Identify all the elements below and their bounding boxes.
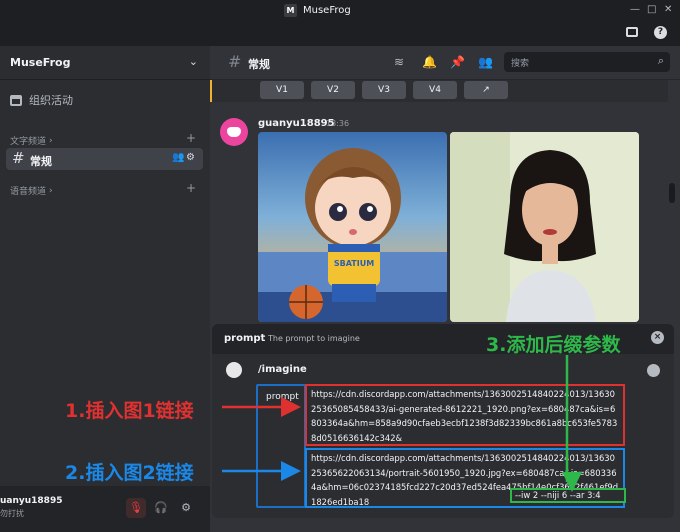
- message-time: 13:36: [326, 119, 350, 128]
- v4-button[interactable]: V4: [413, 81, 457, 99]
- attached-image-2[interactable]: [450, 132, 639, 322]
- hash-icon: #: [12, 149, 25, 167]
- hash-icon: #: [228, 52, 242, 71]
- help-icon[interactable]: ?: [654, 26, 667, 39]
- bell-icon[interactable]: 🔔: [422, 55, 437, 69]
- voice-category[interactable]: 语音频道 ›: [10, 184, 53, 198]
- guild-name: MuseFrog: [10, 56, 71, 69]
- option-chip[interactable]: prompt: [256, 384, 306, 508]
- events-label: 组织活动: [29, 94, 73, 107]
- title-bar: M MuseFrog — □ ✕: [0, 0, 680, 22]
- annotation-insert-image1: 1.插入图1链接: [65, 400, 194, 422]
- events-item[interactable]: 组织活动: [10, 92, 73, 108]
- v2-button[interactable]: V2: [311, 81, 355, 99]
- search-icon: ⌕: [657, 54, 664, 67]
- channel-item-general[interactable]: # 常规 👥 ⚙: [6, 148, 203, 170]
- threads-icon[interactable]: ≋: [394, 55, 404, 69]
- add-voice-channel-icon[interactable]: +: [186, 181, 196, 195]
- message-author[interactable]: guanyu18895: [258, 118, 335, 129]
- search-placeholder: 搜索: [511, 59, 530, 69]
- chevron-right-icon: ›: [49, 135, 53, 146]
- app-title: MuseFrog: [303, 5, 351, 16]
- scrollbar-thumb[interactable]: [669, 183, 675, 203]
- search-input[interactable]: 搜索 ⌕: [504, 52, 670, 72]
- channel-header: # 常规 ≋ 🔔 📌 👥 搜索 ⌕: [210, 46, 680, 80]
- chevron-down-icon[interactable]: ⌄: [189, 55, 198, 68]
- gear-icon[interactable]: ⚙: [176, 498, 196, 518]
- attached-image-1[interactable]: SBATIUM: [258, 132, 447, 322]
- v1-button[interactable]: V1: [260, 81, 304, 99]
- gear-icon[interactable]: ⚙: [186, 152, 195, 163]
- close-icon[interactable]: ×: [651, 331, 664, 344]
- minimize-button[interactable]: —: [630, 4, 640, 15]
- prompt-suffix[interactable]: --iw 2 --niji 6 --ar 3:4: [510, 488, 626, 503]
- svg-text:SBATIUM: SBATIUM: [334, 259, 374, 268]
- channel-name: 常规: [30, 155, 52, 168]
- v3-button[interactable]: V3: [362, 81, 406, 99]
- inbox-icon[interactable]: [626, 27, 638, 37]
- text-category[interactable]: 文字频道 ›: [10, 134, 53, 148]
- user-name[interactable]: uanyu18895: [0, 496, 62, 506]
- bot-avatar: [226, 362, 242, 378]
- chevron-right-icon: ›: [49, 185, 53, 196]
- pin-icon[interactable]: 📌: [450, 55, 465, 69]
- maximize-button[interactable]: □: [647, 4, 656, 15]
- user-panel: uanyu18895 勿打扰 🎙 🎧 ⚙: [0, 486, 210, 532]
- option-label: prompt: [224, 333, 266, 344]
- annotation-insert-image2: 2.插入图2链接: [65, 462, 194, 484]
- option-description: The prompt to imagine: [268, 334, 360, 343]
- variation-bar: V1 V2 V3 V4 ↗: [210, 80, 668, 102]
- mute-mic-icon[interactable]: 🎙: [126, 498, 146, 518]
- command-name: /imagine: [258, 364, 307, 375]
- open-link-button[interactable]: ↗: [464, 81, 508, 99]
- discord-logo-icon: [227, 127, 241, 137]
- user-status: 勿打扰: [0, 509, 24, 518]
- add-channel-icon[interactable]: +: [186, 131, 196, 145]
- headphones-icon[interactable]: 🎧: [151, 498, 171, 518]
- voice-category-label: 语音频道: [10, 187, 47, 197]
- members-icon[interactable]: 👥: [478, 55, 493, 69]
- option-name: prompt: [266, 392, 299, 402]
- invite-icon[interactable]: 👥: [172, 152, 184, 163]
- close-button[interactable]: ✕: [664, 4, 672, 15]
- channel-title: 常规: [248, 58, 270, 71]
- chat-area: # 常规 ≋ 🔔 📌 👥 搜索 ⌕ V1 V2 V3 V4 ↗ guanyu18…: [210, 46, 680, 532]
- guild-header[interactable]: MuseFrog ⌄: [0, 46, 210, 80]
- emoji-icon[interactable]: [647, 364, 660, 377]
- text-category-label: 文字频道: [10, 137, 47, 147]
- app-logo: M: [284, 4, 297, 17]
- prompt-url-1[interactable]: https://cdn.discordapp.com/attachments/1…: [305, 384, 625, 446]
- calendar-icon: [10, 94, 22, 106]
- annotation-add-suffix: 3.添加后缀参数: [486, 334, 621, 356]
- app-title-group: M MuseFrog: [284, 4, 351, 17]
- avatar[interactable]: [220, 118, 248, 146]
